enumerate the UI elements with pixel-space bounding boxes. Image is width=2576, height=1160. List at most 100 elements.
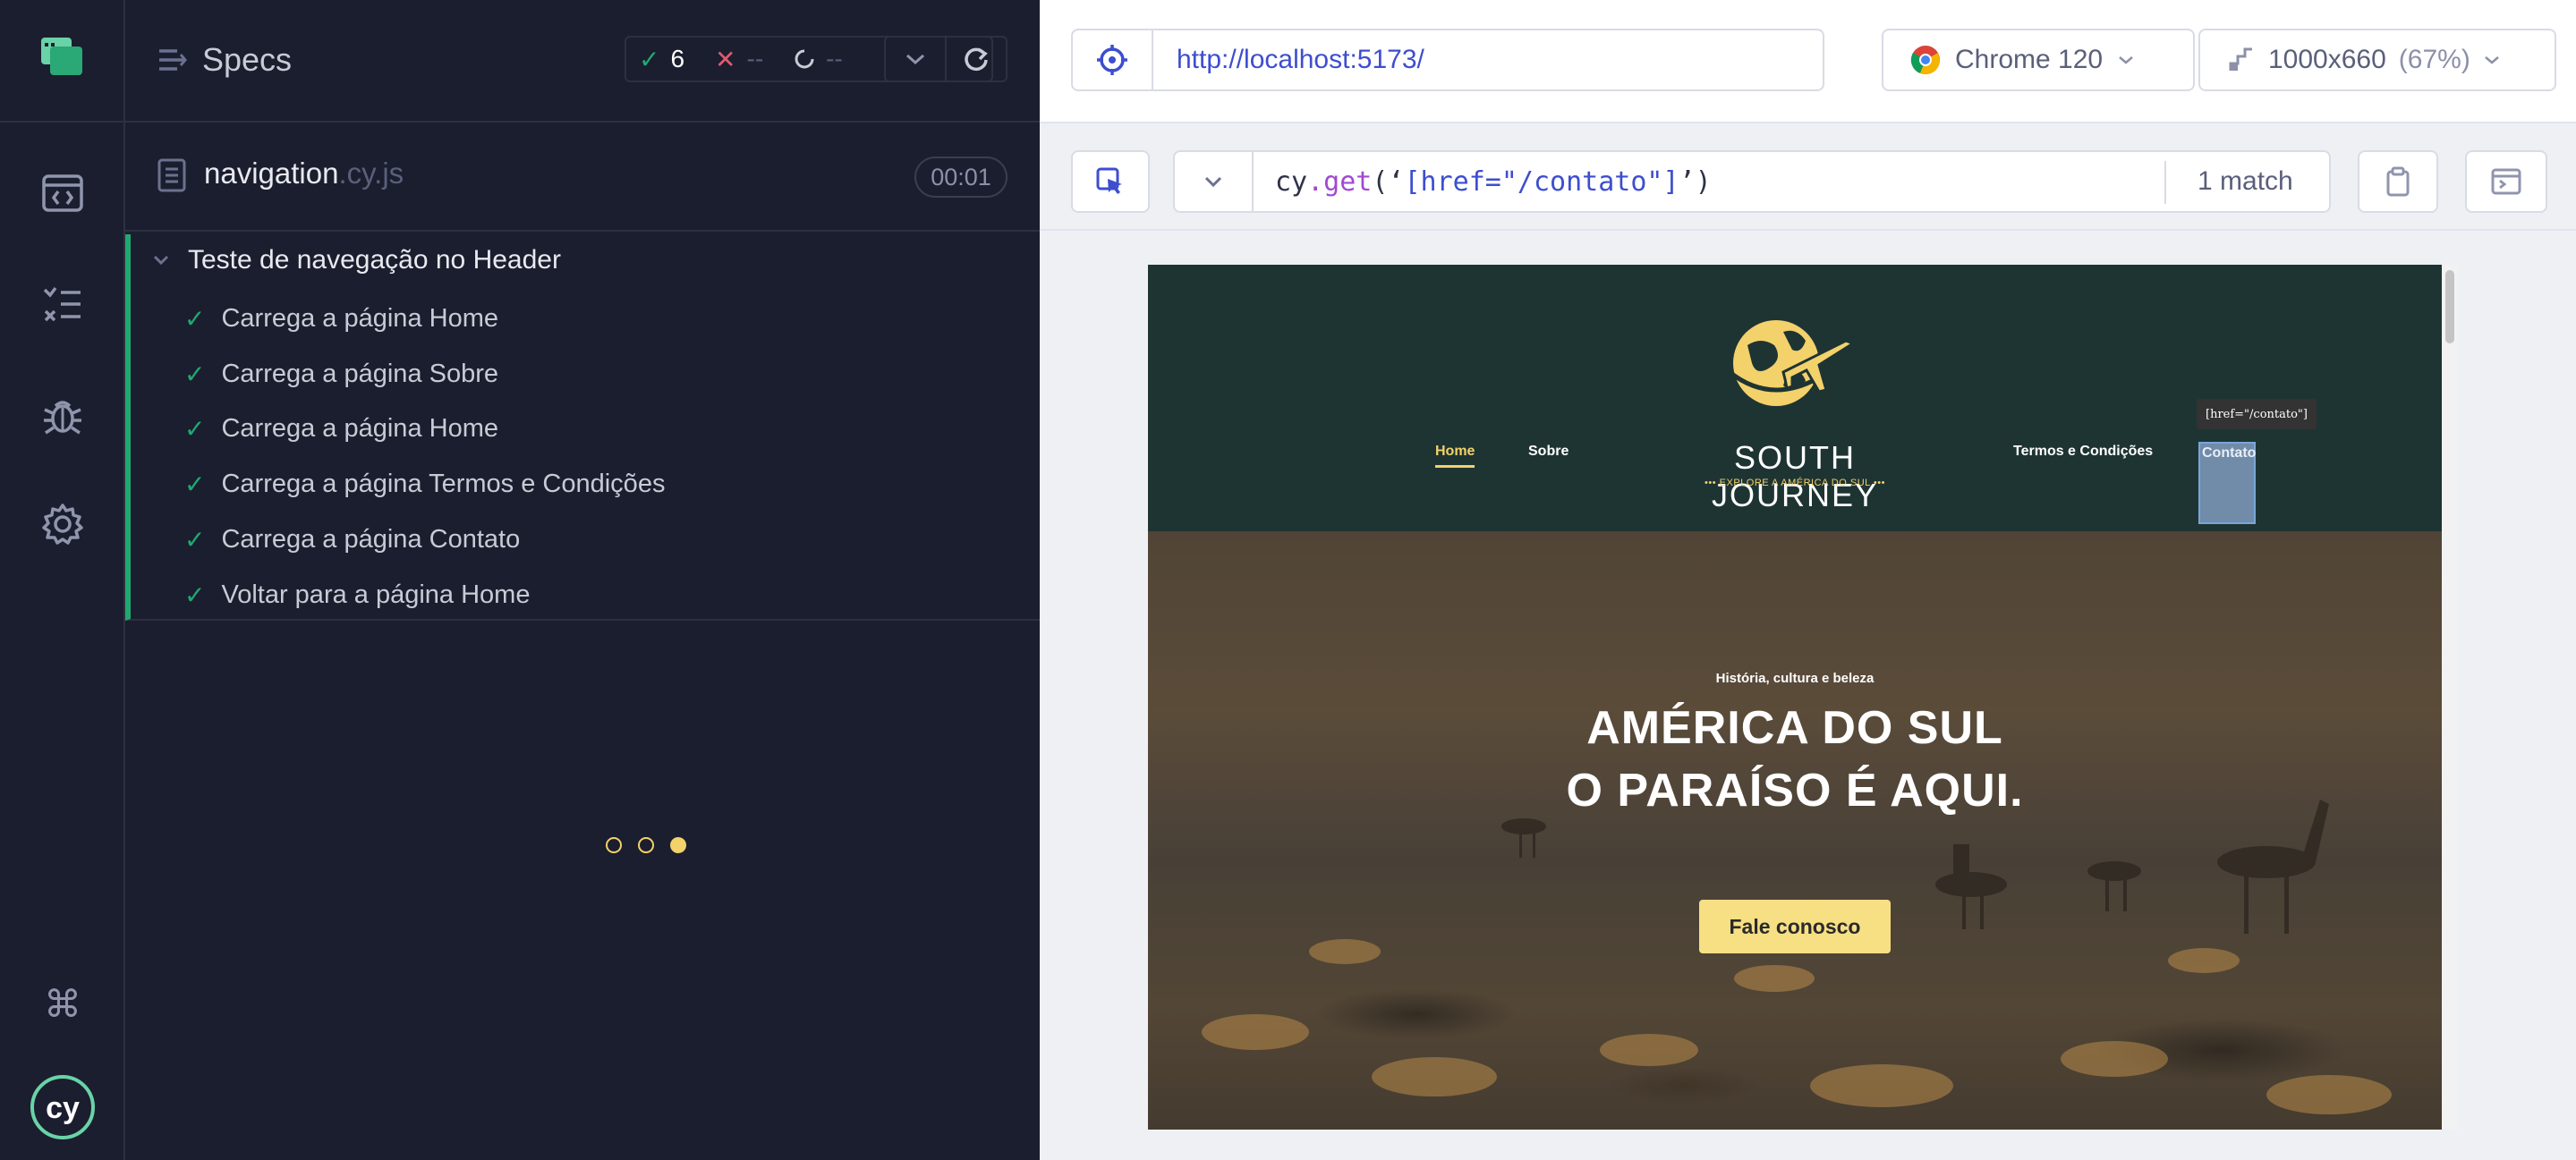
nav-rail: ⌘ cy — [0, 0, 125, 1160]
rerun-button[interactable] — [945, 38, 1006, 80]
hero-kicker: História, cultura e beleza — [1715, 671, 1875, 686]
passed-value: 6 — [670, 45, 685, 72]
test-suite: Teste de navegação no Header ✓ Carrega a … — [125, 234, 1040, 621]
carousel-dots — [606, 837, 686, 853]
copy-selector-button[interactable] — [2358, 150, 2438, 213]
specs-panel: Specs ✓ 6 ✕ -- -- navigation .cy.js 00:0… — [125, 0, 1040, 1160]
suite-title[interactable]: Teste de navegação no Header — [152, 245, 561, 275]
viewport-label: 1000x660 — [2268, 45, 2386, 74]
spec-duration: 00:01 — [914, 157, 1007, 198]
pass-check-icon: ✓ — [184, 415, 206, 443]
nav-home[interactable]: Home — [1435, 444, 1475, 468]
suite-title-label: Teste de navegação no Header — [188, 245, 561, 275]
nav-termos[interactable]: Termos e Condições — [2013, 444, 2153, 460]
chevron-down-icon — [153, 255, 169, 266]
nav-sobre[interactable]: Sobre — [1528, 444, 1569, 460]
viewport-selector[interactable]: 1000x660 (67%) — [2198, 29, 2556, 91]
browser-label: Chrome 120 — [1955, 45, 2104, 74]
passed-count: ✓ 6 — [639, 45, 684, 74]
rail-divider — [0, 121, 125, 123]
spec-file-ext: .cy.js — [338, 157, 404, 190]
pass-check-icon: ✓ — [184, 581, 206, 609]
refresh-icon — [965, 47, 988, 72]
aut-scrollbar[interactable] — [2442, 265, 2458, 1130]
carousel-dot-active[interactable] — [670, 837, 686, 853]
carousel-dot[interactable] — [606, 837, 622, 853]
spec-file-name[interactable]: navigation .cy.js — [204, 157, 404, 191]
test-item[interactable]: ✓ Carrega a página Sobre — [184, 360, 498, 389]
match-count: 1 match — [2198, 166, 2293, 196]
expand-chevron-button[interactable] — [886, 38, 945, 80]
test-item[interactable]: ✓ Carrega a página Home — [184, 414, 498, 444]
test-label: Carrega a página Home — [221, 414, 498, 443]
test-label: Voltar para a página Home — [221, 580, 531, 609]
specs-title-label: Specs — [202, 41, 293, 78]
hero-title-line1: AMÉRICA DO SUL — [1586, 702, 2003, 754]
browser-selector[interactable]: Chrome 120 — [1882, 29, 2195, 91]
hero-title-line2: O PARAÍSO É AQUI. — [1566, 765, 2024, 817]
chrome-icon — [1910, 46, 1941, 75]
site-header: Home Sobre SOUTH JOURNEY ••• EXPLORE A A… — [1148, 265, 2442, 531]
url-bar[interactable]: http://localhost:5173/ — [1152, 29, 1824, 91]
test-label: Carrega a página Sobre — [221, 360, 499, 388]
carousel-dot[interactable] — [638, 837, 654, 853]
chevron-down-icon — [2119, 56, 2133, 64]
globe-plane-logo-icon — [1728, 320, 1855, 406]
document-icon — [157, 158, 186, 192]
spec-file-row: navigation .cy.js 00:01 — [125, 123, 1040, 232]
cursor-pick-icon — [1096, 167, 1122, 194]
run-controls — [884, 36, 1007, 82]
hero-content: História, cultura e beleza AMÉRICA DO SU… — [1148, 531, 2442, 1130]
test-label: Carrega a página Contato — [221, 525, 521, 554]
element-picker-button[interactable] — [1071, 150, 1150, 213]
chevron-down-icon — [1204, 176, 1222, 188]
spec-file-base: navigation — [204, 157, 339, 190]
list-icon — [159, 49, 187, 71]
pending-count: -- — [794, 45, 843, 73]
selector-input[interactable]: cy .get (‘ [href="/contato"]’) 1 match — [1252, 150, 2331, 213]
failed-count: ✕ -- — [715, 45, 763, 74]
print-to-console-button[interactable] — [2465, 150, 2547, 213]
selector-open: (‘ — [1372, 165, 1405, 198]
selector-arg: [href="/contato"] — [1404, 165, 1679, 198]
pending-spinner-icon — [795, 49, 814, 69]
chevron-down-icon — [906, 54, 924, 65]
site-brand: SOUTH JOURNEY — [1711, 439, 1879, 513]
settings-gear-icon[interactable] — [39, 501, 86, 547]
selector-close: ’) — [1679, 165, 1712, 198]
pending-value: -- — [826, 45, 843, 72]
console-icon — [2491, 168, 2521, 195]
pass-check-icon: ✓ — [639, 45, 660, 73]
failed-value: -- — [746, 45, 764, 72]
selector-type-dropdown[interactable] — [1173, 150, 1254, 213]
viewport-icon — [2229, 47, 2252, 71]
runs-nav-icon[interactable] — [39, 281, 86, 327]
nav-contato-highlight[interactable]: Contato — [2198, 442, 2256, 524]
scrollbar-thumb[interactable] — [2445, 270, 2454, 343]
test-item[interactable]: ✓ Voltar para a página Home — [184, 580, 530, 610]
chevron-down-icon — [2485, 56, 2499, 64]
pass-check-icon: ✓ — [184, 526, 206, 554]
specs-header: Specs ✓ 6 ✕ -- -- — [125, 0, 1040, 123]
test-label: Carrega a página Home — [221, 304, 498, 333]
runner-topbar: http://localhost:5173/ Chrome 120 1000x6… — [1040, 0, 2576, 123]
test-label: Carrega a página Termos e Condições — [221, 470, 666, 498]
test-item[interactable]: ✓ Carrega a página Home — [184, 304, 498, 334]
specs-nav-icon[interactable] — [39, 170, 86, 216]
pass-check-icon: ✓ — [184, 470, 206, 498]
svg-text:cy: cy — [46, 1091, 80, 1125]
selector-fn: .get — [1307, 165, 1373, 198]
fail-x-icon: ✕ — [715, 45, 736, 73]
test-item[interactable]: ✓ Carrega a página Contato — [184, 525, 520, 555]
specs-title[interactable]: Specs — [157, 41, 292, 79]
selector-playground-toggle[interactable] — [1071, 29, 1153, 91]
crosshair-icon — [1097, 45, 1127, 75]
pass-check-icon: ✓ — [184, 305, 206, 333]
test-item[interactable]: ✓ Carrega a página Termos e Condições — [184, 470, 665, 499]
cypress-logo-icon[interactable]: cy — [29, 1073, 97, 1141]
debug-bug-icon[interactable] — [39, 392, 86, 438]
keyboard-shortcuts-icon[interactable]: ⌘ — [39, 980, 86, 1027]
viewport-scale: (67%) — [2398, 45, 2470, 74]
app-logo-icon[interactable] — [39, 36, 86, 79]
fale-conosco-button[interactable]: Fale conosco — [1699, 900, 1891, 953]
